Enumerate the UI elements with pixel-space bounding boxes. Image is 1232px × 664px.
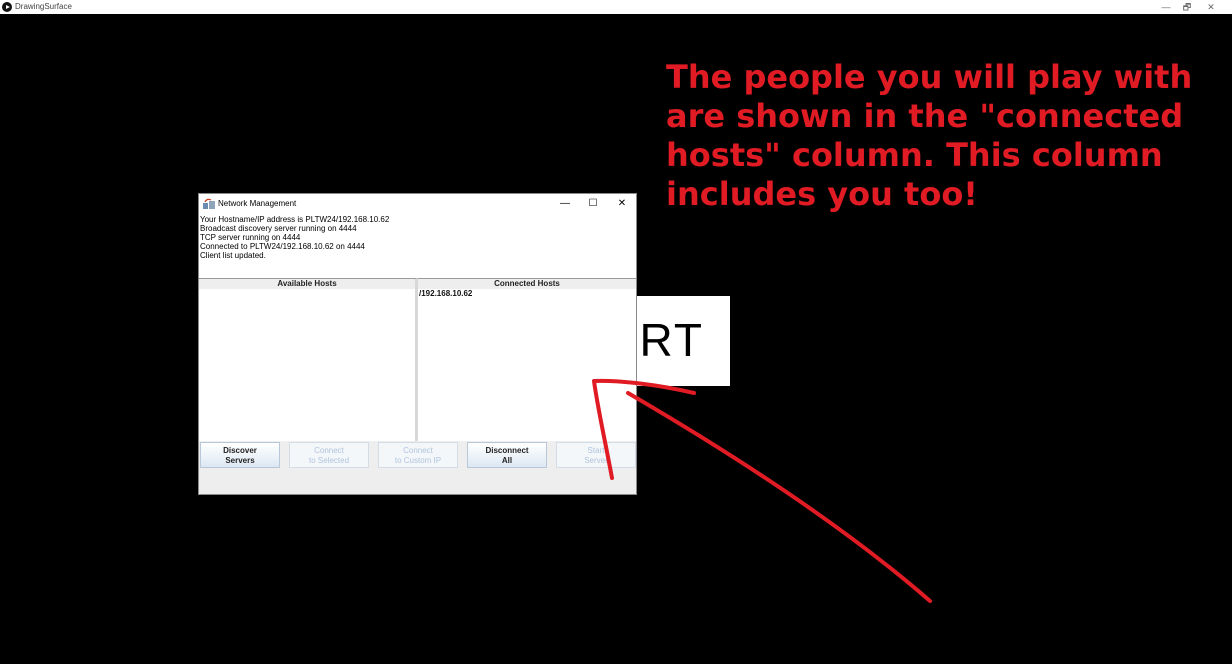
available-hosts-list[interactable]: Available Hosts (199, 278, 418, 441)
status-log: Your Hostname/IP address is PLTW24/192.1… (200, 215, 630, 260)
connected-host-item[interactable]: /192.168.10.62 (418, 289, 636, 299)
log-line: Broadcast discovery server running on 44… (200, 224, 357, 233)
connected-hosts-list[interactable]: Connected Hosts /192.168.10.62 (418, 278, 636, 441)
disconnect-all-button[interactable]: Disconnect All (467, 442, 547, 468)
button-label: to Custom IP (394, 456, 442, 465)
button-label: Discover (223, 446, 257, 455)
log-line: Connected to PLTW24/192.168.10.62 on 444… (200, 242, 365, 251)
start-server-button[interactable]: Start Server (556, 442, 636, 468)
app-titlebar: DrawingSurface — 🗗 ✕ (0, 0, 1232, 14)
button-label: Connect (403, 446, 433, 455)
button-label: Start (587, 446, 605, 455)
button-label: Connect (314, 446, 344, 455)
dialog-maximize-icon[interactable]: ☐ (581, 196, 605, 212)
network-management-dialog: Network Management — ☐ ✕ Your Hostname/I… (198, 193, 637, 495)
dialog-close-icon[interactable]: ✕ (610, 196, 634, 212)
discover-servers-button[interactable]: Discover Servers (200, 442, 280, 468)
restore-icon[interactable]: 🗗 (1177, 0, 1197, 14)
button-label: to Selected (308, 456, 350, 465)
log-line: Client list updated. (200, 251, 266, 260)
minimize-icon[interactable]: — (1156, 0, 1176, 14)
annotation-text: The people you will play with are shown … (666, 58, 1193, 213)
button-label: Servers (225, 456, 255, 465)
connected-hosts-header: Connected Hosts (418, 279, 636, 289)
log-line: TCP server running on 4444 (200, 233, 301, 242)
available-hosts-header: Available Hosts (199, 279, 415, 289)
button-bar: Discover Servers Connect to Selected Con… (199, 441, 636, 494)
button-label: Disconnect (485, 446, 529, 455)
log-line: Your Hostname/IP address is PLTW24/192.1… (200, 215, 390, 224)
java-icon (203, 198, 215, 209)
start-button-label: RT (639, 314, 704, 366)
connect-to-selected-button[interactable]: Connect to Selected (289, 442, 369, 468)
connect-to-custom-ip-button[interactable]: Connect to Custom IP (378, 442, 458, 468)
app-title: DrawingSurface (15, 2, 72, 11)
button-label: Server (584, 456, 608, 465)
play-icon (2, 2, 12, 12)
dialog-title: Network Management (218, 199, 297, 208)
dialog-titlebar[interactable]: Network Management — ☐ ✕ (199, 194, 636, 214)
dialog-minimize-icon[interactable]: — (553, 196, 577, 212)
button-label: All (501, 456, 513, 465)
close-icon[interactable]: ✕ (1201, 0, 1221, 14)
